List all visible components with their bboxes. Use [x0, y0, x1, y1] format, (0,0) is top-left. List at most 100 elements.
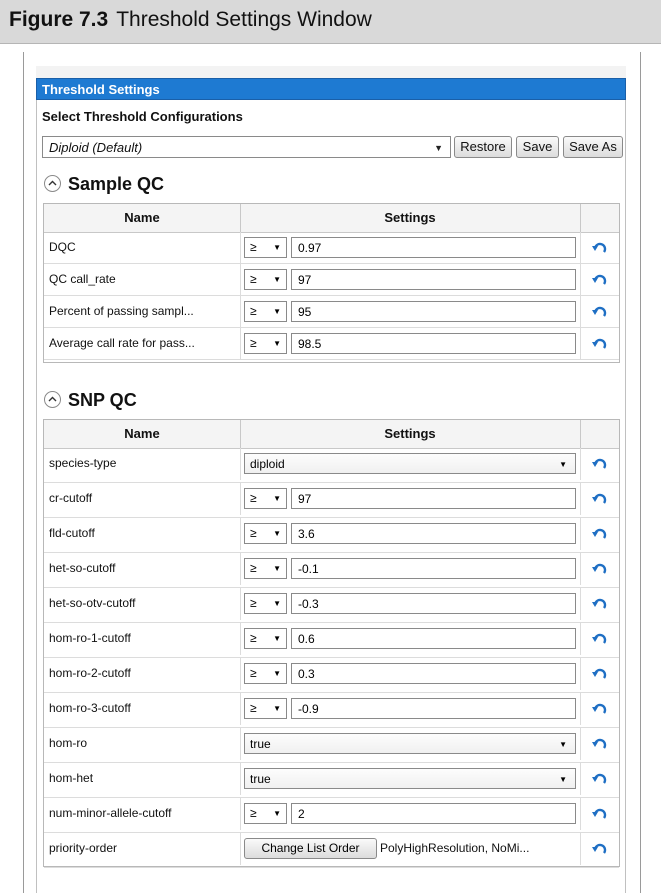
setting-name: Percent of passing sampl...: [49, 304, 194, 318]
column-divider: [580, 518, 581, 550]
reset-undo-icon[interactable]: [592, 772, 608, 786]
reset-undo-icon[interactable]: [592, 632, 608, 646]
operator-select[interactable]: ≥ ▼: [244, 698, 287, 719]
setting-select[interactable]: diploid ▼: [244, 453, 576, 474]
table-row: hom-ro-3-cutoff ≥ ▼ -0.9: [44, 693, 619, 728]
setting-name: hom-ro-1-cutoff: [49, 631, 131, 645]
header-divider: [580, 204, 581, 232]
operator-select[interactable]: ≥ ▼: [244, 237, 287, 258]
operator-select[interactable]: ≥ ▼: [244, 663, 287, 684]
reset-undo-icon[interactable]: [592, 842, 608, 856]
operator-select[interactable]: ≥ ▼: [244, 523, 287, 544]
config-label: Select Threshold Configurations: [42, 109, 243, 124]
column-divider: [240, 658, 241, 690]
reset-undo-icon[interactable]: [592, 305, 608, 319]
settings-column-header: Settings: [384, 426, 436, 441]
name-column-header: Name: [124, 210, 160, 225]
threshold-value-input[interactable]: 3.6: [291, 523, 576, 544]
threshold-value-input[interactable]: -0.3: [291, 593, 576, 614]
table-header: Name Settings: [44, 204, 619, 233]
reset-undo-icon[interactable]: [592, 492, 608, 506]
column-divider: [580, 553, 581, 585]
chevron-down-icon: ▼: [273, 704, 281, 713]
column-divider: [240, 296, 241, 328]
setting-select-value: diploid: [250, 457, 285, 471]
restore-button[interactable]: Restore: [454, 136, 512, 158]
setting-name: Average call rate for pass...: [49, 336, 195, 350]
reset-undo-icon[interactable]: [592, 562, 608, 576]
operator-select[interactable]: ≥ ▼: [244, 488, 287, 509]
column-divider: [580, 763, 581, 795]
setting-name: het-so-cutoff: [49, 561, 116, 575]
reset-undo-icon[interactable]: [592, 527, 608, 541]
setting-name: DQC: [49, 240, 76, 254]
chevron-down-icon: ▼: [559, 775, 567, 784]
collapse-chevron-up-icon[interactable]: [44, 174, 61, 192]
reset-undo-icon[interactable]: [592, 241, 608, 255]
operator-select[interactable]: ≥ ▼: [244, 558, 287, 579]
table-row: Average call rate for pass... ≥ ▼ 98.5: [44, 328, 619, 360]
column-divider: [240, 833, 241, 865]
operator-select[interactable]: ≥ ▼: [244, 301, 287, 322]
column-divider: [580, 232, 581, 264]
change-list-order-button[interactable]: Change List Order: [244, 838, 377, 859]
snp-qc-header[interactable]: SNP QC: [44, 390, 137, 411]
reset-undo-icon[interactable]: [592, 807, 608, 821]
reset-undo-icon[interactable]: [592, 667, 608, 681]
operator-select[interactable]: ≥ ▼: [244, 333, 287, 354]
operator-value: ≥: [250, 336, 257, 350]
sample-qc-table: Name Settings DQC ≥ ▼ 0.97 QC call_rate ≥ ▼ 97 P…: [43, 203, 620, 363]
setting-name: het-so-otv-cutoff: [49, 596, 136, 610]
column-divider: [580, 833, 581, 865]
sample-qc-header[interactable]: Sample QC: [44, 174, 164, 195]
reset-undo-icon[interactable]: [592, 337, 608, 351]
setting-name: species-type: [49, 456, 117, 470]
save-as-button[interactable]: Save As: [563, 136, 623, 158]
threshold-value-input[interactable]: -0.1: [291, 558, 576, 579]
column-divider: [580, 658, 581, 690]
operator-select[interactable]: ≥ ▼: [244, 593, 287, 614]
threshold-value-input[interactable]: 2: [291, 803, 576, 824]
setting-name: hom-ro: [49, 736, 88, 750]
column-divider: [240, 623, 241, 655]
chevron-down-icon: ▼: [273, 494, 281, 503]
chevron-down-icon: ▼: [559, 740, 567, 749]
column-divider: [580, 328, 581, 360]
operator-select[interactable]: ≥ ▼: [244, 628, 287, 649]
setting-select[interactable]: true ▼: [244, 768, 576, 789]
table-row: hom-ro-1-cutoff ≥ ▼ 0.6: [44, 623, 619, 658]
settings-column-header: Settings: [384, 210, 436, 225]
reset-undo-icon[interactable]: [592, 273, 608, 287]
column-divider: [240, 553, 241, 585]
table-header: Name Settings: [44, 420, 619, 449]
threshold-value-input[interactable]: 0.97: [291, 237, 576, 258]
threshold-value-input[interactable]: 98.5: [291, 333, 576, 354]
setting-select[interactable]: true ▼: [244, 733, 576, 754]
reset-undo-icon[interactable]: [592, 457, 608, 471]
header-divider: [580, 420, 581, 448]
setting-name: hom-ro-2-cutoff: [49, 666, 131, 680]
threshold-value-input[interactable]: 0.6: [291, 628, 576, 649]
chevron-down-icon: ▼: [273, 634, 281, 643]
threshold-value-input[interactable]: 0.3: [291, 663, 576, 684]
config-select[interactable]: Diploid (Default) ▼: [42, 136, 451, 158]
reset-undo-icon[interactable]: [592, 737, 608, 751]
operator-select[interactable]: ≥ ▼: [244, 803, 287, 824]
reset-undo-icon[interactable]: [592, 597, 608, 611]
operator-value: ≥: [250, 240, 257, 254]
operator-value: ≥: [250, 526, 257, 540]
threshold-value-input[interactable]: 95: [291, 301, 576, 322]
column-divider: [580, 483, 581, 515]
threshold-value-input[interactable]: 97: [291, 488, 576, 509]
reset-undo-icon[interactable]: [592, 702, 608, 716]
save-button[interactable]: Save: [516, 136, 559, 158]
column-divider: [240, 728, 241, 760]
collapse-chevron-up-icon[interactable]: [44, 390, 61, 408]
chevron-down-icon: ▼: [434, 143, 443, 153]
config-selected-value: Diploid (Default): [49, 140, 143, 155]
figure-caption-text: Threshold Settings Window: [116, 8, 372, 31]
threshold-value-input[interactable]: -0.9: [291, 698, 576, 719]
column-divider: [580, 798, 581, 830]
threshold-value-input[interactable]: 97: [291, 269, 576, 290]
operator-select[interactable]: ≥ ▼: [244, 269, 287, 290]
